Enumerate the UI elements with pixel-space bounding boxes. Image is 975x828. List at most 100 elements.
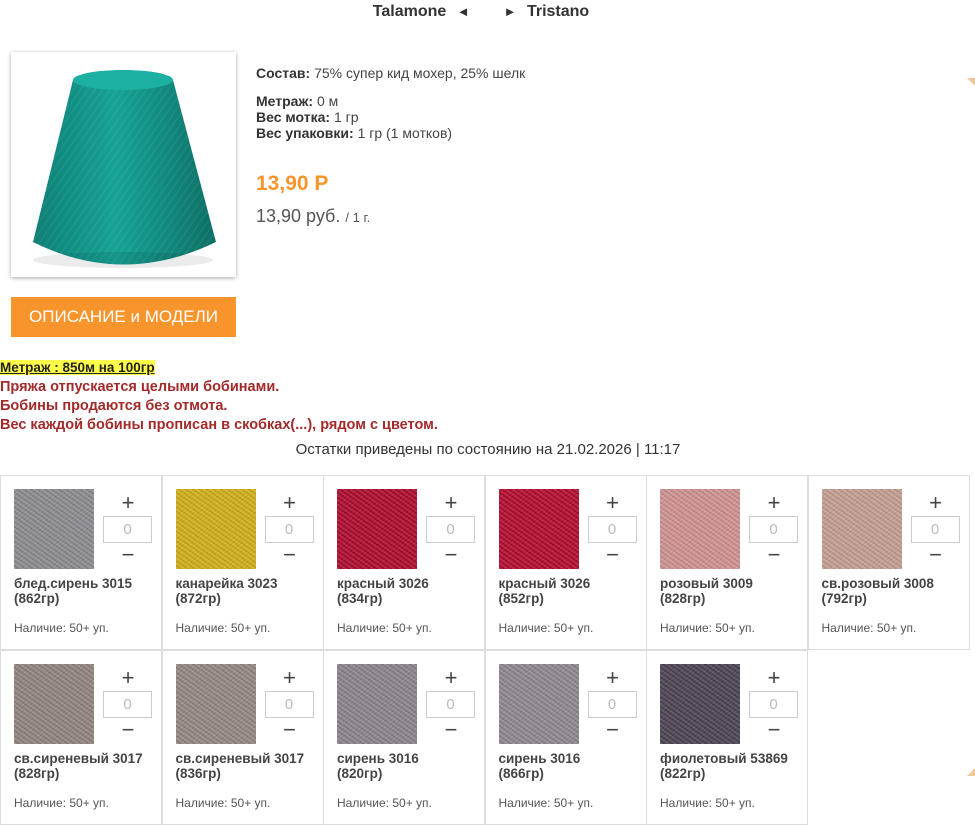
minus-button[interactable]: − (118, 719, 138, 741)
minus-button[interactable]: − (764, 719, 784, 741)
minus-button[interactable]: − (603, 544, 623, 566)
minus-button[interactable]: − (926, 544, 946, 566)
color-weight: (852гр) (498, 591, 544, 606)
color-swatch-image[interactable] (337, 664, 417, 744)
quantity-input[interactable] (749, 691, 798, 718)
color-title: св.сиреневый 3017 (14, 751, 143, 766)
quantity-input[interactable] (587, 516, 637, 543)
plus-button[interactable]: + (764, 492, 784, 514)
plus-button[interactable]: + (280, 492, 300, 514)
plus-button[interactable]: + (441, 492, 461, 514)
price-rub: 13,90 руб. (256, 206, 341, 226)
color-card: + − розовый 3009(828гр) Наличие: 50+ уп. (646, 475, 808, 650)
edge-arrow-icon (967, 78, 975, 86)
availability: Наличие: 50+ уп. (498, 621, 594, 635)
color-weight: (872гр) (175, 591, 221, 606)
color-card: + − канарейка 3023(872гр) Наличие: 50+ у… (161, 475, 324, 650)
color-name: св.сиреневый 3017 (836гр) (176, 751, 316, 781)
color-card: + − св.сиреневый 3017(836гр) Наличие: 50… (161, 650, 324, 825)
skein-weight-value: 1 гр (333, 109, 359, 125)
quantity-input[interactable] (103, 691, 152, 718)
availability: Наличие: 50+ уп. (14, 796, 109, 810)
color-swatch-image[interactable] (175, 489, 256, 569)
color-title: фиолетовый 53869 (660, 751, 788, 766)
availability: Наличие: 50+ уп. (175, 621, 271, 635)
color-swatch-image[interactable] (498, 664, 579, 744)
minus-button[interactable]: − (280, 544, 300, 566)
price-per-unit: 13,90 руб. / 1 г. (256, 206, 370, 227)
color-name: красный 3026 (852гр) (499, 576, 639, 606)
minus-button[interactable]: − (764, 544, 784, 566)
quantity-input[interactable] (426, 516, 475, 543)
quantity-input[interactable] (103, 516, 152, 543)
plus-button[interactable]: + (280, 667, 300, 689)
color-card: + − блед.сирень 3015(862гр) Наличие: 50+… (0, 475, 162, 650)
color-swatch-image[interactable] (175, 664, 256, 744)
length-label: Метраж: (256, 93, 314, 109)
description-models-button[interactable]: ОПИСАНИЕ и МОДЕЛИ (11, 297, 236, 337)
prev-arrow-icon[interactable]: ◄ (457, 4, 470, 19)
color-title: св.розовый 3008 (821, 576, 934, 591)
minus-button[interactable]: − (441, 544, 461, 566)
next-arrow-icon[interactable]: ► (504, 4, 517, 19)
color-title: розовый 3009 (660, 576, 753, 591)
color-name: сирень 3016 (866гр) (499, 751, 639, 781)
minus-button[interactable]: − (441, 719, 461, 741)
color-title: сирень 3016 (337, 751, 419, 766)
color-swatch-image[interactable] (821, 489, 902, 569)
plus-button[interactable]: + (603, 492, 623, 514)
plus-button[interactable]: + (764, 667, 784, 689)
color-weight: (828гр) (14, 766, 60, 781)
pack-weight-value: 1 гр (1 мотков) (357, 125, 453, 141)
product-info: Состав: 75% супер кид мохер, 25% шелк Ме… (256, 65, 525, 141)
composition-value: 75% супер кид мохер, 25% шелк (314, 65, 526, 81)
color-swatch-image[interactable] (660, 489, 740, 569)
quantity-input[interactable] (426, 691, 475, 718)
meterage-note: Метраж : 850м на 100гр (0, 360, 155, 375)
minus-button[interactable]: − (603, 719, 623, 741)
color-swatch-image[interactable] (337, 489, 417, 569)
availability: Наличие: 50+ уп. (660, 796, 755, 810)
availability: Наличие: 50+ уп. (821, 621, 917, 635)
product-image[interactable] (11, 52, 236, 277)
color-title: св.сиреневый 3017 (175, 751, 305, 766)
prev-product-link[interactable]: Talamone (373, 3, 447, 20)
color-name: канарейка 3023 (872гр) (176, 576, 316, 606)
color-name: блед.сирень 3015 (862гр) (14, 576, 154, 606)
quantity-input[interactable] (264, 516, 314, 543)
quantity-input[interactable] (264, 691, 314, 718)
composition-label: Состав: (256, 65, 311, 81)
color-weight: (836гр) (175, 766, 221, 781)
plus-button[interactable]: + (441, 667, 461, 689)
quantity-input[interactable] (910, 516, 960, 543)
plus-button[interactable]: + (926, 492, 946, 514)
plus-button[interactable]: + (603, 667, 623, 689)
color-swatch-image[interactable] (14, 489, 94, 569)
color-weight: (834гр) (337, 591, 383, 606)
price-unit: / 1 г. (345, 210, 371, 225)
plus-button[interactable]: + (118, 492, 138, 514)
color-card: + − красный 3026(852гр) Наличие: 50+ уп. (484, 475, 647, 650)
price: 13,90 Р (256, 172, 329, 195)
notice-line-3: Вес каждой бобины прописан в скобках(...… (0, 417, 438, 433)
minus-button[interactable]: − (280, 719, 300, 741)
color-swatch-image[interactable] (660, 664, 740, 744)
color-swatch-image[interactable] (498, 489, 579, 569)
color-swatch-image[interactable] (14, 664, 94, 744)
color-card: + − сирень 3016(820гр) Наличие: 50+ уп. (323, 650, 485, 825)
next-product-link[interactable]: Tristano (527, 3, 589, 20)
color-card: + − св.сиреневый 3017(828гр) Наличие: 50… (0, 650, 162, 825)
quantity-input[interactable] (587, 691, 637, 718)
color-name: розовый 3009 (828гр) (660, 576, 800, 606)
color-card: + − фиолетовый 53869(822гр) Наличие: 50+… (646, 650, 808, 825)
edge-arrow-icon (967, 768, 975, 776)
plus-button[interactable]: + (118, 667, 138, 689)
availability: Наличие: 50+ уп. (337, 796, 432, 810)
minus-button[interactable]: − (118, 544, 138, 566)
availability: Наличие: 50+ уп. (498, 796, 594, 810)
availability: Наличие: 50+ уп. (175, 796, 271, 810)
color-card: + − св.розовый 3008(792гр) Наличие: 50+ … (807, 475, 970, 650)
color-name: сирень 3016 (820гр) (337, 751, 477, 781)
quantity-input[interactable] (749, 516, 798, 543)
color-weight: (862гр) (14, 591, 60, 606)
